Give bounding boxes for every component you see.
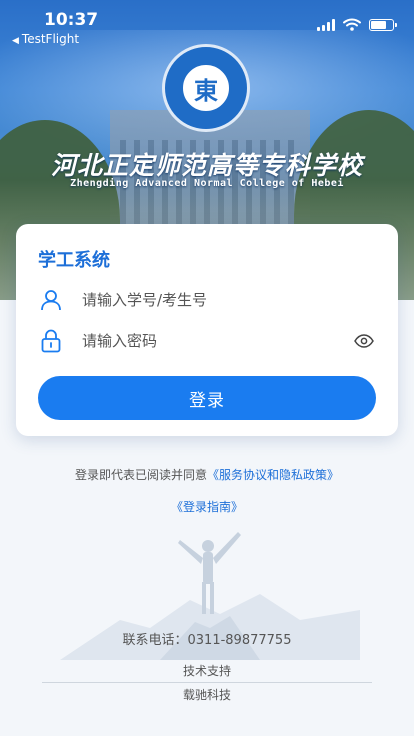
back-app-label: TestFlight xyxy=(21,32,80,46)
username-input[interactable] xyxy=(82,291,376,309)
status-bar: 10:37 ◀ TestFlight xyxy=(0,0,414,48)
lock-icon xyxy=(38,328,64,354)
status-icons xyxy=(317,18,397,31)
username-field xyxy=(38,282,376,318)
battery-icon xyxy=(369,18,397,31)
agreement-link[interactable]: 《服务协议和隐私政策》 xyxy=(207,468,339,482)
eye-icon[interactable] xyxy=(352,329,376,353)
password-field xyxy=(38,323,376,359)
status-time: 10:37 xyxy=(44,10,99,30)
login-card: 学工系统 登录 xyxy=(16,224,398,436)
user-icon xyxy=(38,287,64,313)
agreement-prefix: 登录即代表已阅读并同意 xyxy=(74,468,207,482)
school-logo-emblem: 東 xyxy=(180,62,232,114)
system-title: 学工系统 xyxy=(38,250,110,271)
password-input[interactable] xyxy=(82,332,352,350)
back-arrow-icon: ◀ xyxy=(12,36,19,46)
school-name-en: Zhengding Advanced Normal College of Heb… xyxy=(70,178,344,189)
back-to-app[interactable]: ◀ TestFlight xyxy=(12,32,79,46)
school-logo: 東 xyxy=(162,44,250,132)
wifi-icon xyxy=(343,18,361,31)
login-button[interactable]: 登录 xyxy=(38,376,376,420)
signal-icon xyxy=(317,18,335,31)
footer-divider xyxy=(42,682,372,683)
agreement-text: 登录即代表已阅读并同意《服务协议和隐私政策》 xyxy=(0,466,414,483)
school-name-cn: 河北正定师范高等专科学校 xyxy=(50,151,363,180)
company-name: 载驰科技 xyxy=(182,688,231,702)
contact-phone: 联系电话：0311-89877755 xyxy=(122,633,292,648)
tech-support-label: 技术支持 xyxy=(182,664,231,678)
